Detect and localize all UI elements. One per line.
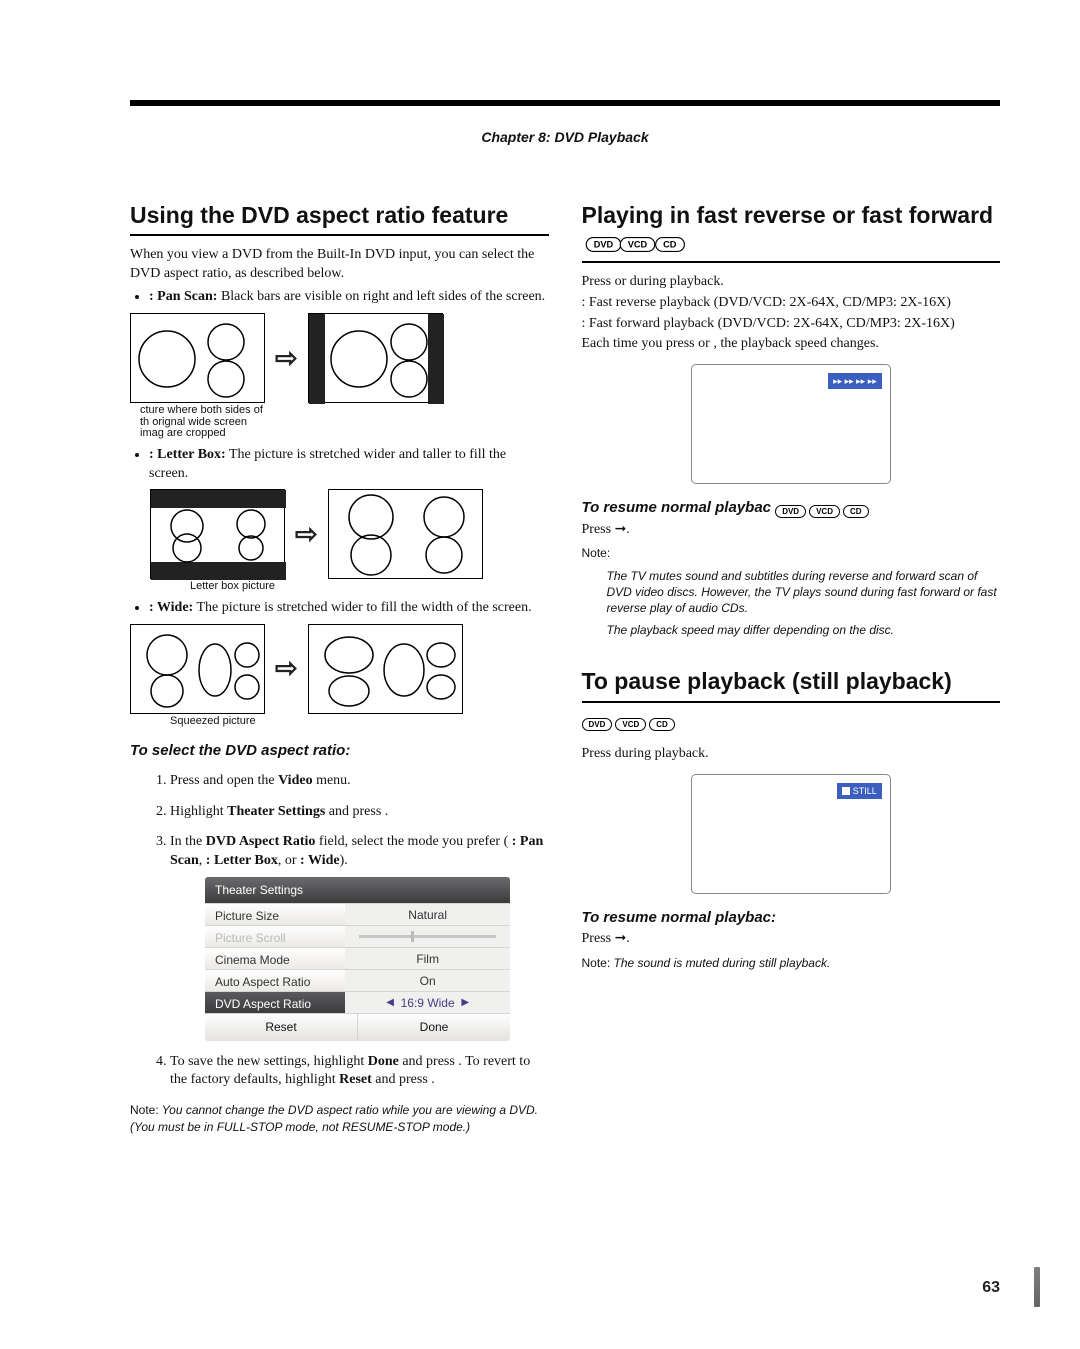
right-p3: : Fast forward playback (DVD/VCD: 2X-64X…	[582, 315, 1001, 334]
arrow-icon: ⇨	[275, 655, 298, 682]
settings-row-picture-scroll: Picture Scroll	[205, 925, 510, 947]
settings-row-dvd-aspect: DVD Aspect Ratio ◀ 16:9 Wide ▶	[205, 991, 510, 1013]
note1-body: The TV mutes sound and subtitles during …	[607, 568, 1001, 617]
note2: Note: The sound is muted during still pl…	[582, 955, 1001, 971]
settings-header: Theater Settings	[205, 877, 510, 903]
letter-box-caption: Letter box picture	[190, 581, 549, 593]
top-rule	[130, 100, 1000, 106]
pan-scan-label: : Pan Scan:	[149, 289, 217, 304]
page-number: 63	[982, 1277, 1000, 1299]
settings-row-picture-size: Picture Size Natural	[205, 903, 510, 925]
rule	[582, 701, 1001, 703]
wide-illustration: ⇨	[130, 624, 549, 714]
osd-fast-forward: ▸▸ ▸▸ ▸▸ ▸▸	[828, 373, 882, 389]
pan-scan-item: : Pan Scan: Black bars are visible on ri…	[149, 288, 549, 307]
pause-icon	[842, 787, 850, 795]
note-block-1: Note:	[582, 545, 1001, 561]
format-badges: DVD VCD CD	[588, 238, 683, 251]
right-p5: Press during playback.	[582, 745, 1001, 764]
settings-done: Done	[358, 1014, 510, 1040]
chapter-heading: Chapter 8: DVD Playback	[130, 128, 1000, 147]
format-badges: DVD VCD CD	[582, 718, 675, 731]
vcd-badge: VCD	[620, 237, 656, 252]
settings-row-cinema-mode: Cinema Mode Film	[205, 947, 510, 969]
resume2-body: Press ➞.	[582, 930, 1001, 949]
resume-heading-2: To resume normal playbac:	[582, 908, 1001, 928]
pan-scan-illustration: ⇨	[130, 313, 549, 403]
cd-badge: CD	[655, 237, 684, 252]
tv-illustration-still: STILL	[691, 774, 891, 894]
right-p2: : Fast reverse playback (DVD/VCD: 2X-64X…	[582, 294, 1001, 313]
resume1-body: Press ➞.	[582, 521, 1001, 540]
left-title: Using the DVD aspect ratio feature	[130, 202, 549, 228]
letter-box-item: : Letter Box: The picture is stretched w…	[149, 446, 549, 484]
step-4: To save the new settings, highlight Done…	[170, 1053, 549, 1091]
wide-item: : Wide: The picture is stretched wider t…	[149, 599, 549, 618]
step-3: In the DVD Aspect Ratio field, select th…	[170, 833, 549, 1040]
step-2: Highlight Theater Settings and press .	[170, 803, 549, 822]
right-title-1: Playing in fast reverse or fast forward …	[582, 202, 1001, 255]
note1a-body: The playback speed may differ depending …	[607, 622, 1001, 638]
arrow-icon: ⇨	[275, 345, 298, 372]
left-intro: When you view a DVD from the Built-In DV…	[130, 246, 549, 284]
resume-heading-1: To resume normal playbac DVD VCD CD	[582, 498, 1001, 518]
letter-box-illustration: ⇨	[150, 489, 549, 579]
left-note: Note: You cannot change the DVD aspect r…	[130, 1102, 549, 1134]
right-p1: Press or during playback.	[582, 273, 1001, 292]
format-badges-inline: DVD VCD CD	[775, 505, 868, 518]
wide-caption: Squeezed picture	[170, 716, 549, 728]
wide-label: : Wide:	[149, 600, 193, 615]
pan-scan-desc: Black bars are visible on right and left…	[221, 289, 545, 304]
right-p4: Each time you press or , the playback sp…	[582, 335, 1001, 354]
letter-box-label: : Letter Box:	[149, 447, 226, 462]
settings-footer: Reset Done	[205, 1013, 510, 1040]
settings-reset: Reset	[205, 1014, 358, 1040]
settings-row-auto-aspect: Auto Aspect Ratio On	[205, 969, 510, 991]
tv-illustration-ff: ▸▸ ▸▸ ▸▸ ▸▸	[691, 364, 891, 484]
theater-settings-panel: Theater Settings Picture Size Natural Pi…	[205, 877, 510, 1040]
wide-desc: The picture is stretched wider to fill t…	[196, 600, 531, 615]
arrow-icon: ⇨	[295, 521, 318, 548]
pan-scan-caption: cture where both sides of th orignal wid…	[140, 405, 549, 440]
select-heading: To select the DVD aspect ratio:	[130, 741, 549, 761]
dvd-badge: DVD	[585, 237, 621, 252]
right-title-2: To pause playback (still playback)	[582, 668, 1001, 694]
step-1: Press and open the Video menu.	[170, 772, 549, 791]
page-edge-tab	[1034, 1267, 1040, 1307]
osd-still: STILL	[837, 783, 882, 799]
rule	[582, 261, 1001, 263]
rule	[130, 234, 549, 236]
